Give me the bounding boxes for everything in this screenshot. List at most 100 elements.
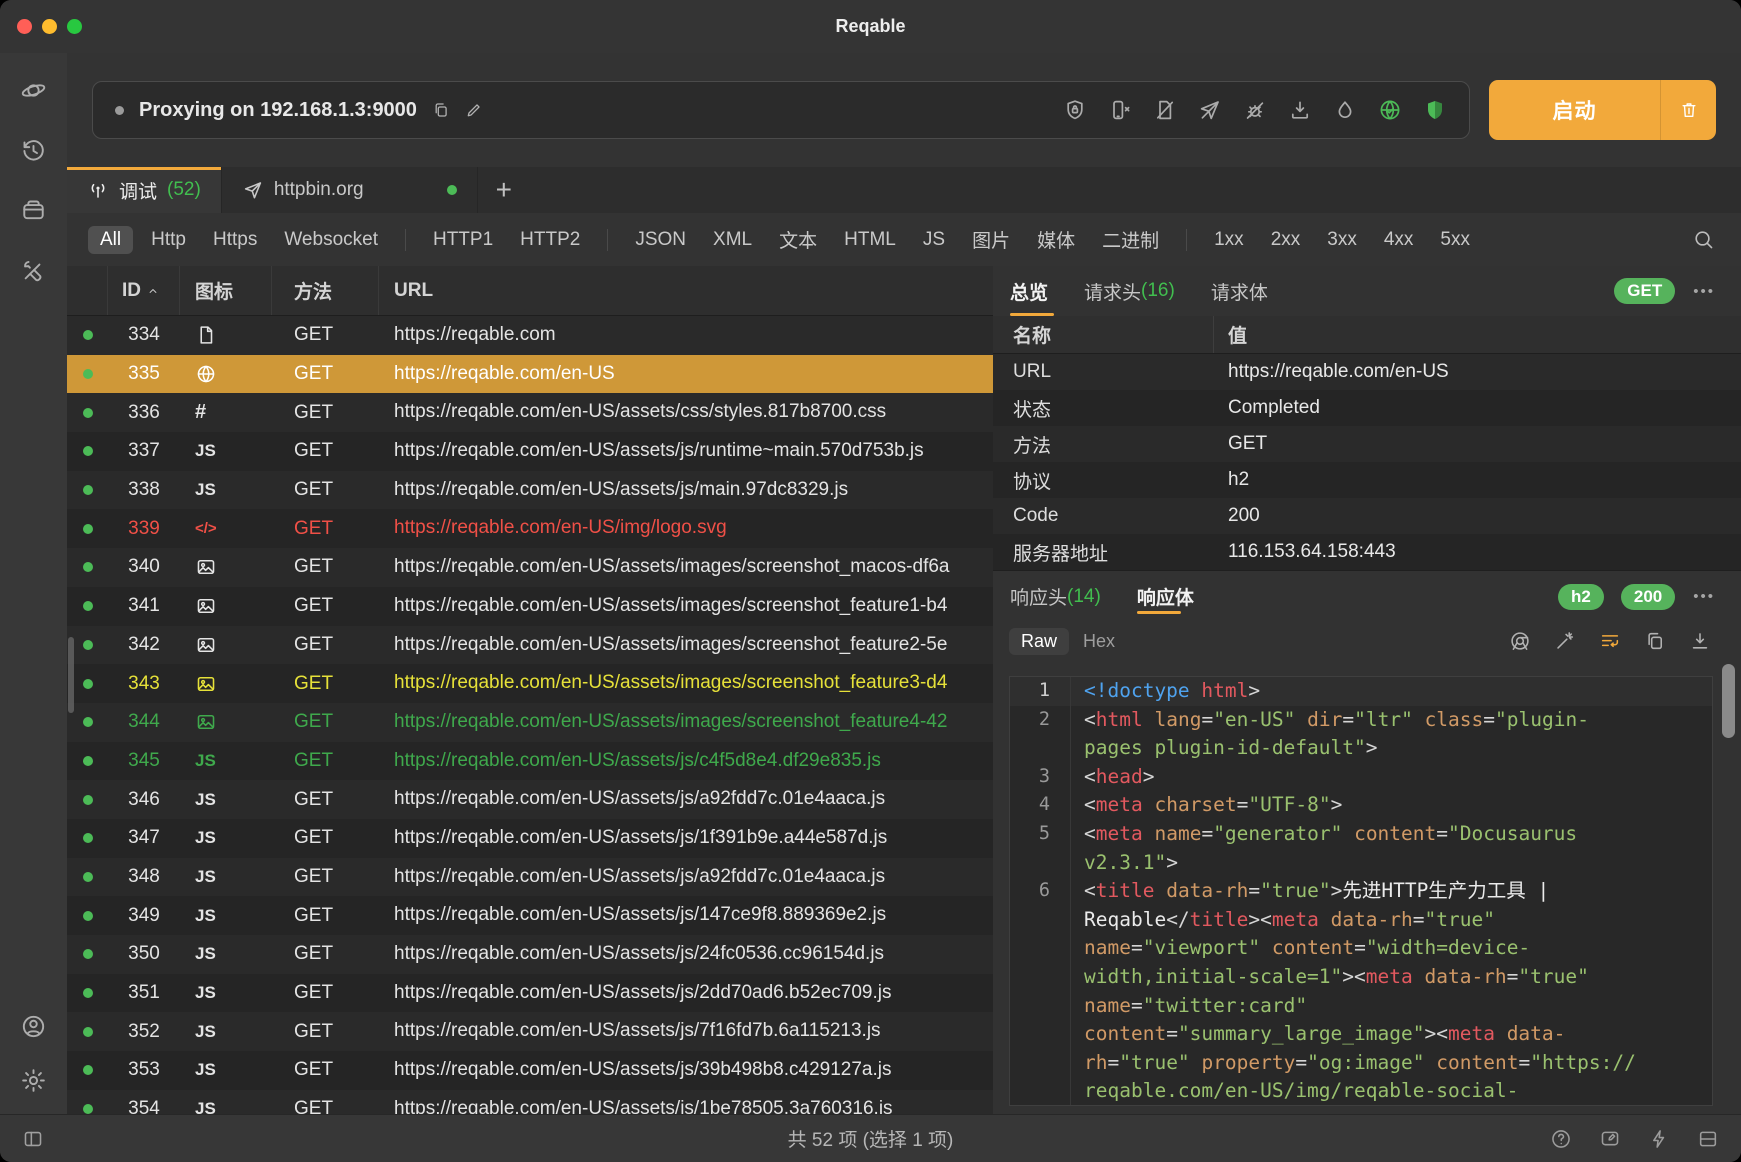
filter-all[interactable]: All (88, 226, 133, 254)
request-row-352[interactable]: 352JSGEThttps://reqable.com/en-US/assets… (67, 1012, 993, 1051)
request-row-354[interactable]: 354JSGEThttps://reqable.com/en-US/assets… (67, 1090, 993, 1114)
layout-rows-icon[interactable] (1697, 1128, 1719, 1150)
filter-媒体[interactable]: 媒体 (1037, 226, 1075, 253)
request-row-334[interactable]: 334GEThttps://reqable.com (67, 316, 993, 355)
filter-2xx[interactable]: 2xx (1271, 229, 1301, 251)
request-row-351[interactable]: 351JSGEThttps://reqable.com/en-US/assets… (67, 974, 993, 1013)
request-row-348[interactable]: 348JSGEThttps://reqable.com/en-US/assets… (67, 858, 993, 897)
column-header-id[interactable]: ID (108, 266, 180, 315)
filter-3xx[interactable]: 3xx (1327, 229, 1357, 251)
column-header-url[interactable]: URL (379, 266, 993, 315)
start-button[interactable]: 启动 (1489, 80, 1716, 140)
filter-js[interactable]: JS (923, 229, 945, 251)
response-detail-tab-响应头[interactable]: 响应头(14) (1010, 571, 1101, 622)
browser-icon[interactable] (1509, 630, 1531, 652)
request-row-345[interactable]: 345JSGEThttps://reqable.com/en-US/assets… (67, 742, 993, 781)
copy-proxy-address-icon[interactable] (432, 101, 450, 119)
ssl-shield-lock-icon[interactable] (1063, 98, 1087, 122)
request-row-338[interactable]: 338JSGEThttps://reqable.com/en-US/assets… (67, 471, 993, 510)
request-row-347[interactable]: 347JSGEThttps://reqable.com/en-US/assets… (67, 819, 993, 858)
fullscreen-window-button[interactable] (67, 19, 82, 34)
history-icon[interactable] (20, 137, 47, 164)
filter-http[interactable]: Http (151, 229, 186, 251)
request-row-342[interactable]: 342GEThttps://reqable.com/en-US/assets/i… (67, 626, 993, 665)
edit-proxy-icon[interactable] (465, 101, 483, 119)
filter-websocket[interactable]: Websocket (284, 229, 378, 251)
request-row-343[interactable]: 343GEThttps://reqable.com/en-US/assets/i… (67, 664, 993, 703)
response-detail-tab-响应体[interactable]: 响应体 (1137, 571, 1194, 622)
feedback-icon[interactable] (1599, 1128, 1621, 1150)
request-detail-tab-请求头[interactable]: 请求头(16) (1084, 266, 1175, 316)
more-options-icon[interactable]: ••• (1693, 588, 1715, 605)
settings-icon[interactable] (20, 1067, 47, 1094)
security-shield-icon[interactable] (1423, 98, 1447, 122)
toggle-sidebar-icon[interactable] (22, 1128, 44, 1150)
js-icon: JS (195, 790, 216, 810)
code-line: rh="true" property="og:image" content="h… (1010, 1049, 1712, 1078)
filter-图片[interactable]: 图片 (972, 226, 1010, 253)
download-sm-icon[interactable] (1689, 630, 1711, 652)
filter-html[interactable]: HTML (844, 229, 896, 251)
account-icon[interactable] (20, 1013, 47, 1040)
wand-icon[interactable] (1554, 630, 1576, 652)
request-detail-tab-请求体[interactable]: 请求体 (1211, 266, 1268, 316)
drop-icon[interactable] (1333, 98, 1357, 122)
planet-icon[interactable] (20, 77, 47, 104)
view-tab-hex[interactable]: Hex (1083, 631, 1115, 652)
mock-off-icon[interactable] (1198, 98, 1222, 122)
filter-https[interactable]: Https (213, 229, 257, 251)
close-window-button[interactable] (17, 19, 32, 34)
code-viewer-scrollbar[interactable] (1722, 664, 1735, 738)
request-row-336[interactable]: 336#GEThttps://reqable.com/en-US/assets/… (67, 393, 993, 432)
device-mute-icon[interactable] (1108, 98, 1132, 122)
filter-xml[interactable]: XML (713, 229, 752, 251)
filter-5xx[interactable]: 5xx (1440, 229, 1470, 251)
collections-icon[interactable] (20, 197, 47, 224)
script-off-icon[interactable] (1153, 98, 1177, 122)
request-row-353[interactable]: 353JSGEThttps://reqable.com/en-US/assets… (67, 1051, 993, 1090)
lightning-icon[interactable] (1648, 1128, 1670, 1150)
minimize-window-button[interactable] (42, 19, 57, 34)
session-tab-调试[interactable]: 调试(52) (67, 167, 222, 213)
breakpoint-off-icon[interactable] (1243, 98, 1267, 122)
filter-http1[interactable]: HTTP1 (433, 229, 493, 251)
request-table[interactable]: 334GEThttps://reqable.com335GEThttps://r… (67, 316, 993, 1114)
tools-icon[interactable] (20, 257, 47, 284)
filter-json[interactable]: JSON (635, 229, 686, 251)
filter-文本[interactable]: 文本 (779, 226, 817, 253)
session-tab-httpbin.org[interactable]: httpbin.org (222, 167, 478, 213)
filter-http2[interactable]: HTTP2 (520, 229, 580, 251)
wrap-icon[interactable] (1599, 630, 1621, 652)
code-text: name="twitter:card" (1071, 992, 1307, 1021)
request-list-scrollbar[interactable] (68, 637, 74, 713)
download-icon[interactable] (1288, 98, 1312, 122)
column-header-icon[interactable]: 图标 (180, 266, 272, 315)
overview-name: 服务器地址 (993, 539, 1214, 566)
column-header-method[interactable]: 方法 (272, 266, 379, 315)
help-icon[interactable] (1550, 1128, 1572, 1150)
more-options-icon[interactable]: ••• (1693, 283, 1715, 300)
view-tab-raw[interactable]: Raw (1009, 628, 1069, 655)
copy-icon[interactable] (1644, 630, 1666, 652)
request-row-350[interactable]: 350JSGEThttps://reqable.com/en-US/assets… (67, 935, 993, 974)
search-icon[interactable] (1692, 228, 1715, 251)
request-row-341[interactable]: 341GEThttps://reqable.com/en-US/assets/i… (67, 587, 993, 626)
request-detail-tab-总览[interactable]: 总览 (1010, 266, 1048, 316)
request-id: 354 (108, 1090, 180, 1114)
request-row-340[interactable]: 340GEThttps://reqable.com/en-US/assets/i… (67, 548, 993, 587)
filter-1xx[interactable]: 1xx (1214, 229, 1244, 251)
request-row-349[interactable]: 349JSGEThttps://reqable.com/en-US/assets… (67, 896, 993, 935)
clear-sessions-button[interactable] (1661, 100, 1716, 120)
request-row-346[interactable]: 346JSGEThttps://reqable.com/en-US/assets… (67, 780, 993, 819)
add-session-tab-button[interactable]: + (478, 167, 530, 213)
request-row-339[interactable]: 339</>GEThttps://reqable.com/en-US/img/l… (67, 509, 993, 548)
image-icon (195, 556, 217, 578)
filter-group-divider (1186, 229, 1187, 251)
request-row-344[interactable]: 344GEThttps://reqable.com/en-US/assets/i… (67, 703, 993, 742)
response-body-code-viewer[interactable]: 1<!doctype html>2<html lang="en-US" dir=… (1009, 676, 1713, 1106)
filter-4xx[interactable]: 4xx (1384, 229, 1414, 251)
network-globe-icon[interactable] (1378, 98, 1402, 122)
request-row-337[interactable]: 337JSGEThttps://reqable.com/en-US/assets… (67, 432, 993, 471)
request-row-335[interactable]: 335GEThttps://reqable.com/en-US (67, 355, 993, 394)
filter-二进制[interactable]: 二进制 (1102, 226, 1159, 253)
